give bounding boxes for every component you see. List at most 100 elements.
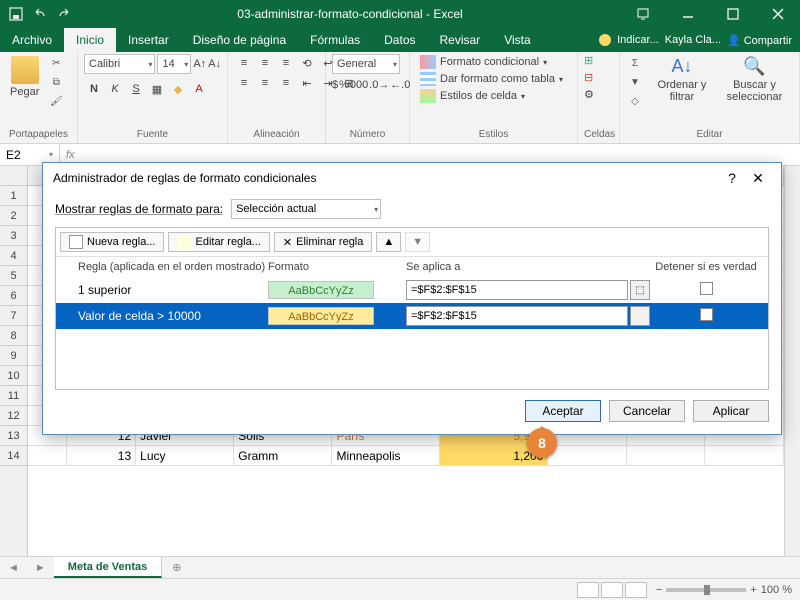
cell[interactable]: [548, 446, 627, 466]
range-picker-icon[interactable]: ⬚: [630, 280, 650, 300]
sheet-tab-active[interactable]: Meta de Ventas: [54, 557, 162, 578]
zoom-value[interactable]: 100 %: [761, 584, 792, 596]
dialog-titlebar[interactable]: Administrador de reglas de formato condi…: [43, 163, 781, 193]
row-header[interactable]: 7: [0, 306, 27, 326]
zoom-out-icon[interactable]: −: [656, 584, 662, 596]
show-rules-for-combo[interactable]: Selección actual: [231, 199, 381, 219]
tab-file[interactable]: Archivo: [0, 28, 64, 52]
percent-icon[interactable]: %: [339, 76, 349, 94]
number-format-combo[interactable]: General: [332, 54, 400, 74]
cell-styles-button[interactable]: Estilos de celda ▾: [416, 88, 567, 104]
rule-row[interactable]: Valor de celda > 10000AaBbCcYyZz=$F$2:$F…: [56, 303, 768, 329]
shrink-font-icon[interactable]: A↓: [208, 58, 221, 70]
new-sheet-icon[interactable]: ⊕: [162, 561, 191, 574]
save-icon[interactable]: [8, 6, 24, 22]
dialog-help-icon[interactable]: ?: [719, 170, 745, 186]
autosum-icon[interactable]: Σ: [626, 54, 644, 72]
align-left-icon[interactable]: ≡: [234, 74, 254, 92]
format-cells-icon[interactable]: ⚙: [584, 88, 594, 101]
move-rule-down-button[interactable]: ▼: [405, 232, 430, 252]
bold-icon[interactable]: N: [84, 80, 104, 98]
tab-view[interactable]: Vista: [492, 28, 542, 52]
move-rule-up-button[interactable]: ▲: [376, 232, 401, 252]
tab-formulas[interactable]: Fórmulas: [298, 28, 372, 52]
italic-icon[interactable]: K: [105, 80, 125, 98]
stop-if-true-checkbox[interactable]: [700, 282, 713, 295]
align-center-icon[interactable]: ≡: [255, 74, 275, 92]
insert-cells-icon[interactable]: ⊞: [584, 54, 593, 67]
dialog-close-icon[interactable]: ✕: [745, 170, 771, 187]
ok-button[interactable]: Aceptar: [525, 400, 601, 422]
cell[interactable]: [627, 446, 706, 466]
tell-me[interactable]: Indicar...: [617, 34, 659, 46]
copy-icon[interactable]: ⧉: [47, 73, 65, 91]
stop-if-true-checkbox[interactable]: [700, 308, 713, 321]
find-select-button[interactable]: 🔍 Buscar y seleccionar: [716, 54, 793, 105]
align-right-icon[interactable]: ≡: [276, 74, 296, 92]
clear-icon[interactable]: ◇: [626, 92, 644, 110]
cell[interactable]: [705, 446, 784, 466]
align-top-icon[interactable]: ≡: [234, 54, 254, 72]
close-icon[interactable]: [755, 0, 800, 28]
cell[interactable]: Minneapolis: [332, 446, 440, 466]
increase-decimal-icon[interactable]: .0→: [369, 76, 389, 94]
ribbon-options-icon[interactable]: [620, 0, 665, 28]
apply-button[interactable]: Aplicar: [693, 400, 769, 422]
delete-cells-icon[interactable]: ⊟: [584, 71, 593, 84]
row-header[interactable]: 2: [0, 206, 27, 226]
tab-insert[interactable]: Insertar: [116, 28, 181, 52]
decrease-decimal-icon[interactable]: ←.0: [390, 76, 410, 94]
align-bottom-icon[interactable]: ≡: [276, 54, 296, 72]
edit-rule-button[interactable]: Editar regla...: [168, 232, 269, 252]
rule-row[interactable]: 1 superiorAaBbCcYyZz=$F$2:$F$15⬚: [56, 277, 768, 303]
row-header[interactable]: 14: [0, 446, 27, 466]
row-headers[interactable]: 1234567891011121314: [0, 186, 28, 562]
format-painter-icon[interactable]: 🖌: [47, 92, 65, 110]
tab-review[interactable]: Revisar: [428, 28, 493, 52]
cut-icon[interactable]: ✂: [47, 54, 65, 72]
row-header[interactable]: 9: [0, 346, 27, 366]
row-header[interactable]: 3: [0, 226, 27, 246]
minimize-icon[interactable]: [665, 0, 710, 28]
fill-color-icon[interactable]: ◆: [168, 80, 188, 98]
fill-icon[interactable]: ▼: [626, 73, 644, 91]
paste-button[interactable]: Pegar: [6, 54, 43, 100]
select-all-corner[interactable]: [0, 166, 28, 186]
page-layout-view-icon[interactable]: [601, 582, 623, 598]
normal-view-icon[interactable]: [577, 582, 599, 598]
cancel-button[interactable]: Cancelar: [609, 400, 685, 422]
currency-icon[interactable]: $: [332, 76, 338, 94]
grow-font-icon[interactable]: A↑: [193, 58, 206, 70]
zoom-in-icon[interactable]: +: [750, 584, 756, 596]
format-as-table-button[interactable]: Dar formato como tabla ▾: [416, 71, 567, 87]
sheet-nav-next-icon[interactable]: ►: [27, 562, 54, 574]
cell[interactable]: Gramm: [234, 446, 332, 466]
range-picker-icon[interactable]: ⬚: [630, 306, 650, 326]
tab-home[interactable]: Inicio: [64, 28, 116, 52]
user-name[interactable]: Kayla Cla...: [665, 34, 721, 46]
decrease-indent-icon[interactable]: ⇤: [297, 74, 317, 92]
row-header[interactable]: 4: [0, 246, 27, 266]
tab-data[interactable]: Datos: [372, 28, 427, 52]
font-name-combo[interactable]: Calibri: [84, 54, 155, 74]
row-header[interactable]: 6: [0, 286, 27, 306]
share-button[interactable]: 👤 Compartir: [727, 34, 792, 47]
cell[interactable]: 13: [67, 446, 136, 466]
row-header[interactable]: 8: [0, 326, 27, 346]
applies-to-input[interactable]: =$F$2:$F$15: [406, 280, 628, 300]
font-color-icon[interactable]: A: [189, 80, 209, 98]
redo-icon[interactable]: [56, 6, 72, 22]
sheet-nav-prev-icon[interactable]: ◄: [0, 562, 27, 574]
maximize-icon[interactable]: [710, 0, 755, 28]
cell[interactable]: [28, 446, 67, 466]
row-header[interactable]: 11: [0, 386, 27, 406]
applies-to-input[interactable]: =$F$2:$F$15: [406, 306, 628, 326]
vertical-scrollbar[interactable]: [784, 166, 800, 562]
tab-page-layout[interactable]: Diseño de página: [181, 28, 298, 52]
underline-icon[interactable]: S: [126, 80, 146, 98]
zoom-slider[interactable]: [666, 588, 746, 592]
fx-icon[interactable]: fx: [66, 149, 75, 161]
row-header[interactable]: 5: [0, 266, 27, 286]
align-middle-icon[interactable]: ≡: [255, 54, 275, 72]
comma-icon[interactable]: 000: [350, 76, 368, 94]
